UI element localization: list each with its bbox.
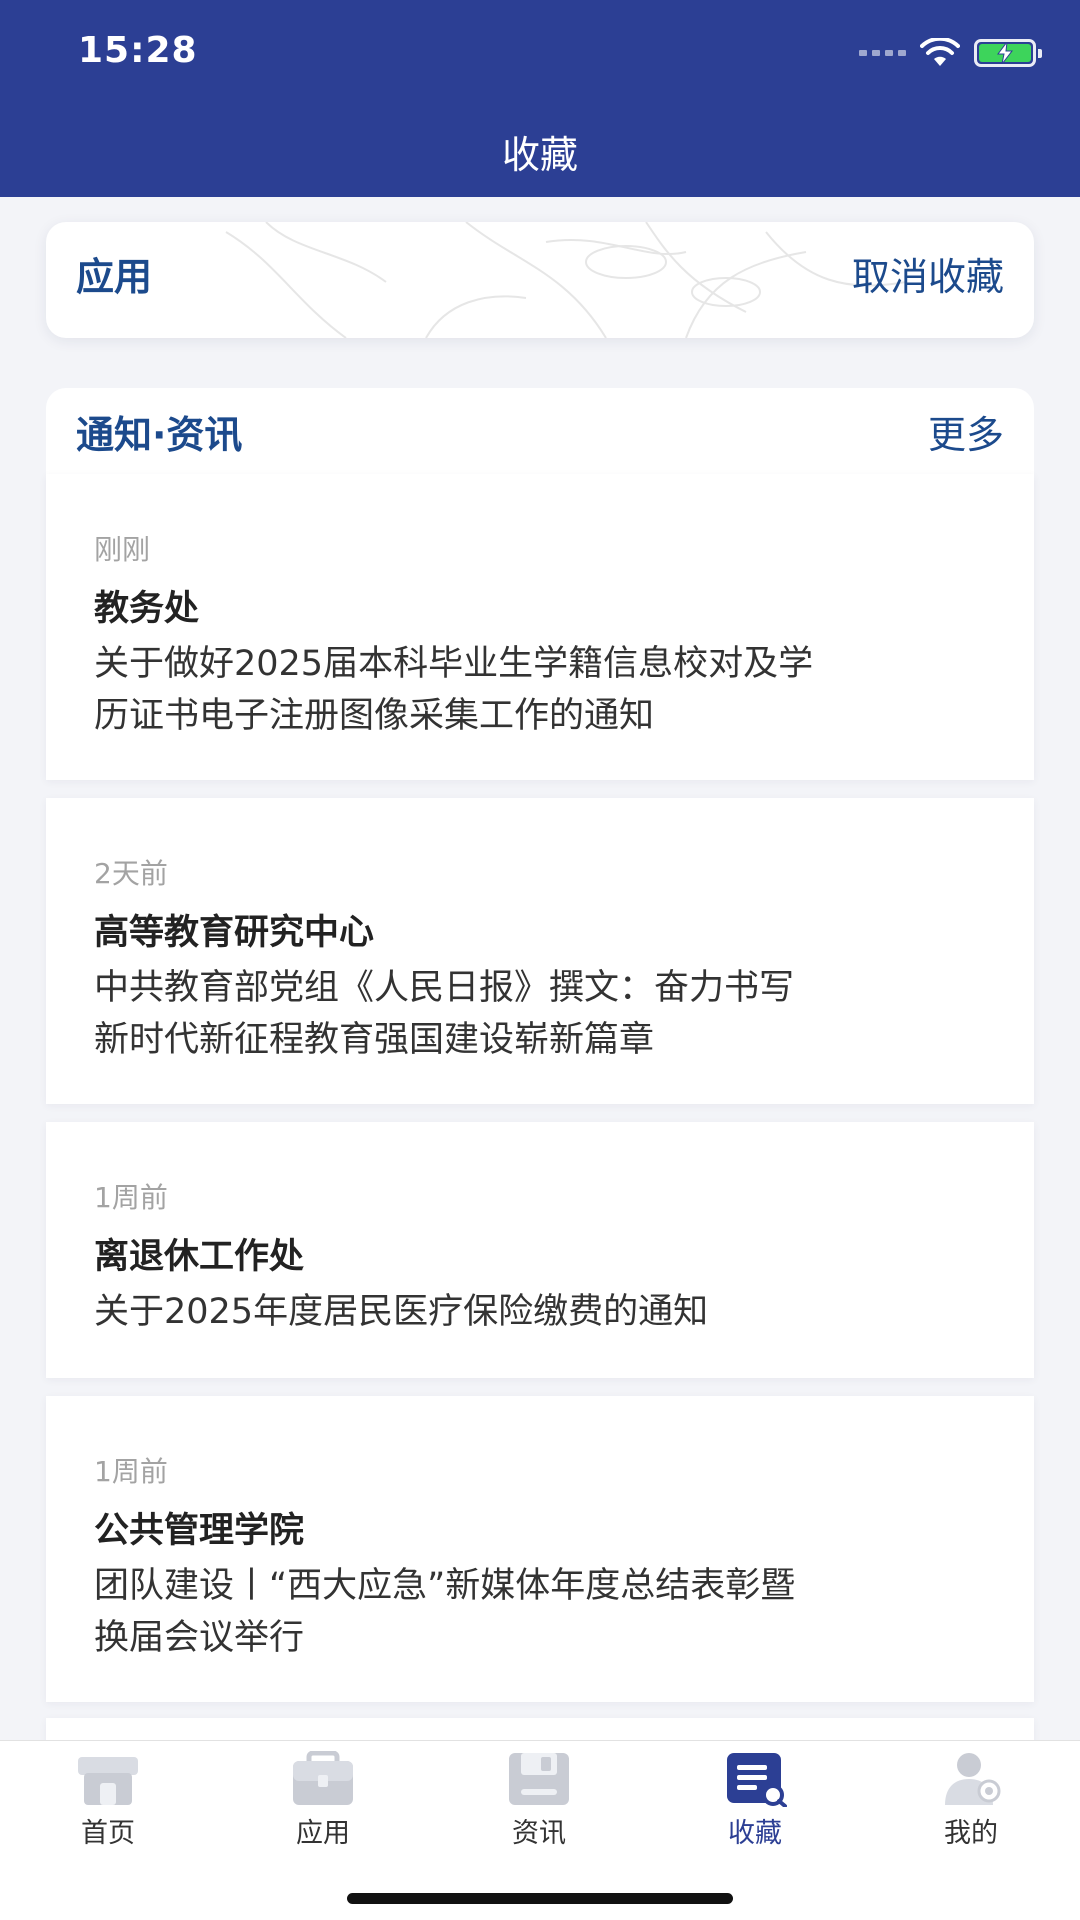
- home-indicator[interactable]: [347, 1893, 733, 1904]
- news-title-line: 关于2025年度居民医疗保险缴费的通知: [94, 1292, 709, 1332]
- news-time: 1周前: [94, 1181, 168, 1214]
- news-title-line: 团队建设丨“西大应急”新媒体年度总结表彰暨: [94, 1566, 796, 1606]
- news-title-line: 新时代新征程教育强国建设崭新篇章: [94, 1020, 655, 1060]
- battery-icon: [974, 39, 1042, 67]
- tab-home[interactable]: 首页: [28, 1751, 188, 1851]
- news-source: 教务处: [94, 589, 200, 629]
- news-item[interactable]: 1周前 离退休工作处 关于2025年度居民医疗保险缴费的通知: [46, 1122, 1034, 1378]
- tab-favorites[interactable]: 收藏: [675, 1751, 835, 1851]
- news-title-line: 关于做好2025届本科毕业生学籍信息校对及学: [94, 644, 814, 684]
- unfavorite-button[interactable]: 取消收藏: [852, 246, 1004, 301]
- wifi-icon: [920, 38, 960, 66]
- status-icons: [859, 36, 1042, 70]
- news-source: 公共管理学院: [94, 1511, 305, 1551]
- tab-label: 应用: [296, 1818, 350, 1849]
- tab-label: 首页: [81, 1818, 135, 1849]
- news-item[interactable]: 刚刚 教务处 关于做好2025届本科毕业生学籍信息校对及学 历证书电子注册图像采…: [46, 474, 1034, 780]
- status-time: 15:28: [78, 30, 198, 71]
- news-time: 2天前: [94, 857, 168, 890]
- more-button[interactable]: 更多: [928, 404, 1004, 459]
- apps-icon: [293, 1751, 353, 1805]
- news-section-header: 通知·资讯 更多: [46, 388, 1034, 474]
- news-time: 1周前: [94, 1455, 168, 1488]
- cellular-signal-icon: [859, 50, 906, 56]
- news-source: 离退休工作处: [94, 1237, 305, 1277]
- tab-news[interactable]: 资讯: [459, 1751, 619, 1851]
- tab-label: 收藏: [728, 1818, 782, 1849]
- news-title-line: 中共教育部党组《人民日报》撰文：奋力书写: [94, 968, 795, 1008]
- tab-profile[interactable]: 我的: [891, 1751, 1051, 1851]
- tab-apps[interactable]: 应用: [243, 1751, 403, 1851]
- home-icon: [78, 1757, 138, 1805]
- news-item[interactable]: 2天前 高等教育研究中心 中共教育部党组《人民日报》撰文：奋力书写 新时代新征程…: [46, 798, 1034, 1104]
- apps-favorites-card: 应用 取消收藏: [46, 222, 1034, 338]
- page-title: 收藏: [501, 133, 578, 177]
- news-item[interactable]: 1周前 公共管理学院 团队建设丨“西大应急”新媒体年度总结表彰暨 换届会议举行: [46, 1396, 1034, 1702]
- news-time: 刚刚: [94, 533, 151, 566]
- apps-section-title: 应用: [76, 255, 153, 299]
- news-icon: [509, 1753, 569, 1805]
- news-title-line: 历证书电子注册图像采集工作的通知: [94, 696, 655, 736]
- news-section-title: 通知·资讯: [76, 413, 243, 457]
- profile-icon: [945, 1753, 1001, 1805]
- favorites-icon: [727, 1753, 787, 1807]
- tab-label: 资讯: [512, 1818, 566, 1849]
- news-title-line: 换届会议举行: [94, 1618, 305, 1658]
- app-header: 15:28 收藏: [0, 0, 1080, 197]
- tab-label: 我的: [944, 1818, 998, 1849]
- news-source: 高等教育研究中心: [94, 913, 375, 953]
